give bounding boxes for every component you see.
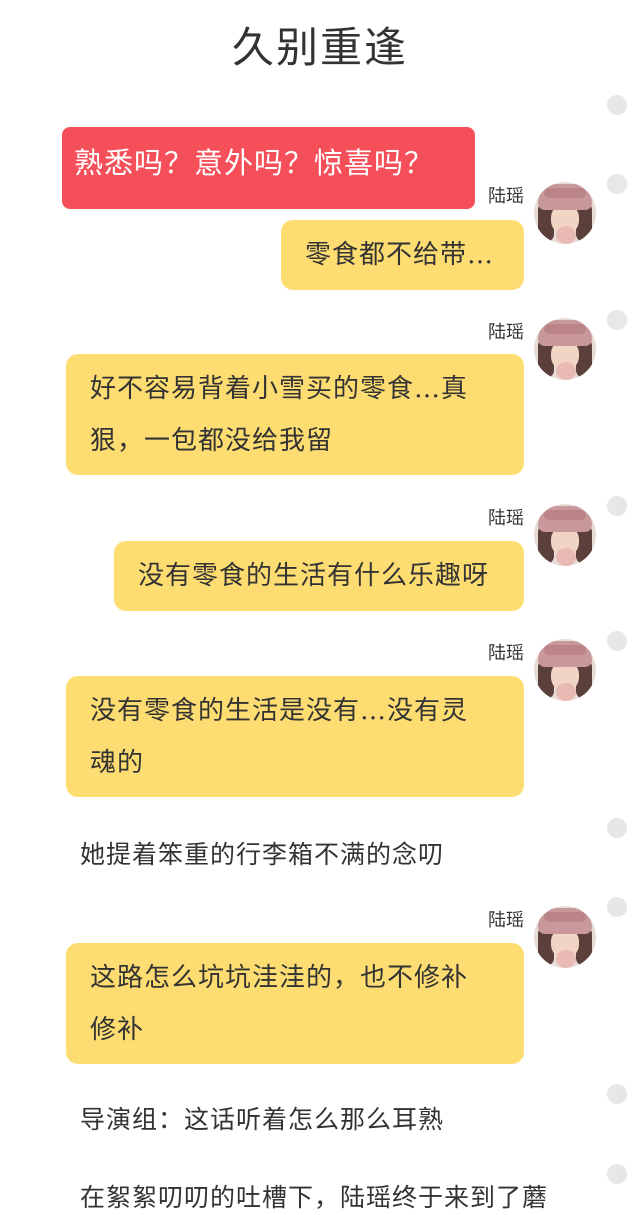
narration-text: 导演组：这话听着怎么那么耳熟 <box>80 1105 445 1134</box>
dialogue-bubble: 这路怎么坑坑洼洼的，也不修补 修补 <box>66 943 524 1064</box>
choice-dot[interactable] <box>607 1164 627 1184</box>
dialogue-bubble-highlight: 熟悉吗？意外吗？惊喜吗？ <box>62 127 475 209</box>
dialogue-text: 熟悉吗？意外吗？惊喜吗？ <box>74 146 435 180</box>
choice-dot[interactable] <box>607 631 627 651</box>
dialogue-text: 零食都不给带… <box>305 240 495 270</box>
avatar <box>534 182 596 244</box>
dialogue-line: 魂的 <box>90 748 145 778</box>
dialogue-line: 修补 <box>90 1015 145 1045</box>
choice-dot[interactable] <box>607 897 627 917</box>
dialogue-bubble: 没有零食的生活有什么乐趣呀 <box>114 541 524 611</box>
dialogue-bubble: 好不容易背着小雪买的零食…真 狠，一包都没给我留 <box>66 354 524 475</box>
avatar <box>534 639 596 701</box>
choice-dot[interactable] <box>607 95 627 115</box>
narration-text: 在絮絮叨叨的吐槽下，陆瑶终于来到了蘑 <box>80 1183 549 1212</box>
page-title: 久别重逢 <box>231 23 408 72</box>
speaker-name: 陆瑶 <box>488 322 524 343</box>
choice-dot[interactable] <box>607 174 627 194</box>
dialogue-line: 没有零食的生活是没有…没有灵 <box>90 696 469 726</box>
speaker-name: 陆瑶 <box>488 186 524 207</box>
choice-dot[interactable] <box>607 310 627 330</box>
dialogue-line: 狠，一包都没给我留 <box>90 426 334 456</box>
dialogue-line: 好不容易背着小雪买的零食…真 <box>90 374 469 404</box>
avatar <box>534 504 596 566</box>
choice-dot[interactable] <box>607 1084 627 1104</box>
speaker-name: 陆瑶 <box>488 508 524 529</box>
speaker-name: 陆瑶 <box>488 643 524 664</box>
choice-dot[interactable] <box>607 496 627 516</box>
avatar <box>534 318 596 380</box>
choice-dot[interactable] <box>607 818 627 838</box>
dialogue-bubble: 零食都不给带… <box>281 220 524 290</box>
dialogue-text: 没有零食的生活有什么乐趣呀 <box>138 561 490 591</box>
dialogue-line: 这路怎么坑坑洼洼的，也不修补 <box>90 963 469 993</box>
narration-text: 她提着笨重的行李箱不满的念叨 <box>80 840 445 869</box>
dialogue-bubble: 没有零食的生活是没有…没有灵 魂的 <box>66 676 524 797</box>
avatar <box>534 906 596 968</box>
speaker-name: 陆瑶 <box>488 910 524 931</box>
